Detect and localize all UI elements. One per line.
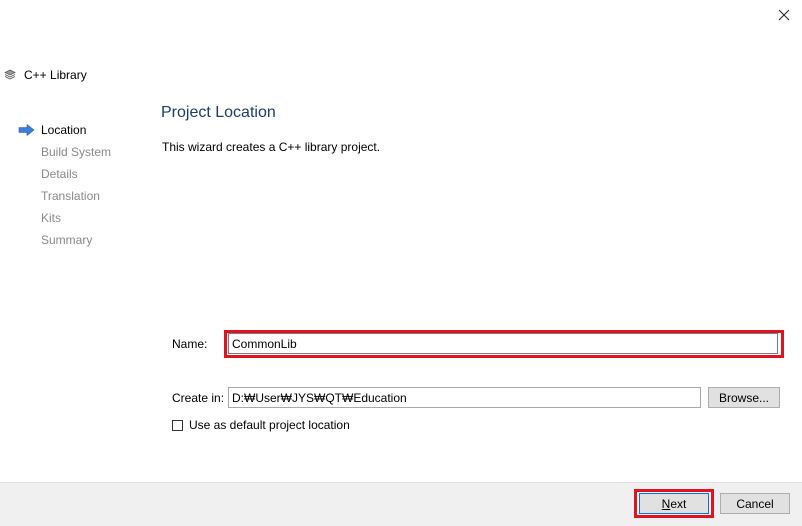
arrow-right-icon — [18, 124, 35, 136]
step-label: Kits — [41, 211, 62, 225]
next-button-label: Next — [661, 496, 687, 511]
step-location: Location — [16, 119, 111, 141]
browse-button[interactable]: Browse... — [708, 387, 780, 408]
step-build-system: Build System — [16, 141, 111, 163]
step-label: Location — [41, 123, 87, 137]
close-button[interactable] — [772, 4, 796, 26]
default-location-row[interactable]: Use as default project location — [172, 418, 350, 432]
create-in-field[interactable] — [228, 387, 701, 408]
step-translation: Translation — [16, 185, 111, 207]
step-label: Details — [41, 167, 78, 181]
create-in-label: Create in: — [172, 391, 225, 405]
step-details: Details — [16, 163, 111, 185]
wizard-title: C++ Library — [4, 66, 87, 84]
page-title: Project Location — [161, 104, 276, 121]
browse-button-label: Browse... — [718, 390, 769, 405]
wizard-steps: Location Build System Details Translatio… — [16, 119, 111, 251]
cancel-button-label: Cancel — [736, 496, 774, 511]
step-label: Build System — [41, 145, 112, 159]
name-label: Name: — [172, 337, 208, 351]
step-label: Summary — [41, 233, 93, 247]
default-location-checkbox[interactable] — [172, 419, 183, 431]
step-kits: Kits — [16, 207, 111, 229]
name-field[interactable] — [228, 333, 778, 354]
page-description: This wizard creates a C++ library projec… — [162, 140, 381, 154]
stack-icon — [4, 69, 16, 80]
close-icon — [778, 9, 790, 21]
wizard-title-label: C++ Library — [24, 68, 87, 82]
next-button[interactable]: Next — [639, 493, 709, 514]
step-summary: Summary — [16, 229, 111, 251]
default-location-label: Use as default project location — [189, 418, 350, 432]
cancel-button[interactable]: Cancel — [720, 493, 790, 514]
step-label: Translation — [41, 189, 100, 203]
